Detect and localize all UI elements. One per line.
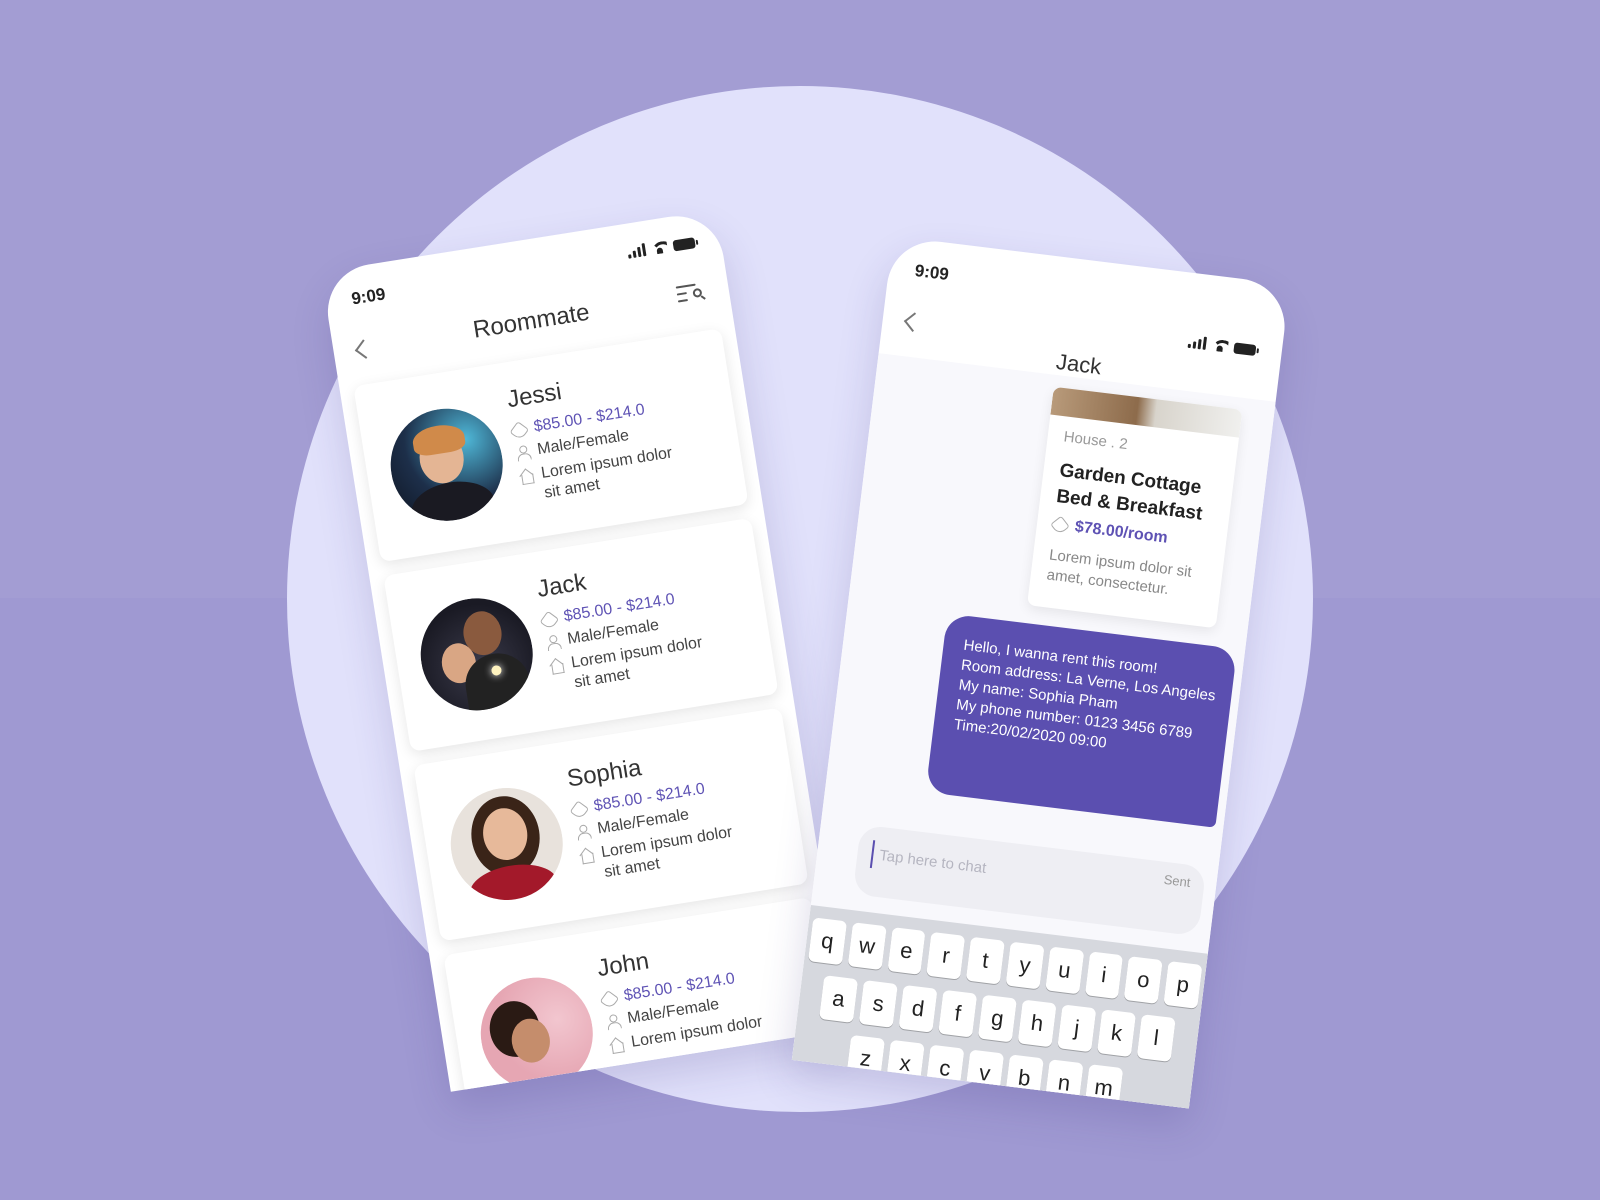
- home-icon: [518, 468, 534, 484]
- key-h[interactable]: h: [1017, 999, 1057, 1048]
- status-icons: [627, 235, 696, 259]
- price-tag-icon: [569, 800, 590, 820]
- listing-description: Lorem ipsum dolor sit amet, consectetur.: [1045, 546, 1193, 599]
- key-l[interactable]: l: [1136, 1014, 1176, 1062]
- key-s[interactable]: s: [858, 980, 898, 1028]
- home-icon: [549, 658, 565, 674]
- card-info: Jack $85.00 - $214.0 Male/Female Lorem i…: [535, 543, 762, 700]
- card-info: Sophia $85.00 - $214.0 Male/Female Lorem…: [565, 733, 792, 890]
- status-time: 9:09: [350, 284, 387, 309]
- key-d[interactable]: d: [898, 984, 938, 1033]
- key-p[interactable]: p: [1163, 961, 1203, 1009]
- chat-input[interactable]: [869, 840, 1092, 895]
- listing-type: House . 2: [1062, 428, 1129, 454]
- price-tag-icon: [509, 421, 530, 441]
- key-w[interactable]: w: [847, 922, 887, 971]
- back-icon[interactable]: [903, 312, 924, 332]
- person-icon: [515, 445, 531, 461]
- price-tag-icon: [539, 610, 560, 631]
- person-icon: [545, 634, 561, 650]
- key-r[interactable]: r: [926, 931, 966, 980]
- home-icon: [579, 848, 595, 864]
- key-o[interactable]: o: [1124, 956, 1163, 1004]
- key-i[interactable]: i: [1084, 951, 1124, 1000]
- key-a[interactable]: a: [819, 975, 859, 1023]
- price-tag-icon: [599, 990, 620, 1010]
- signal-icon: [627, 243, 647, 259]
- key-u[interactable]: u: [1045, 946, 1084, 995]
- key-k[interactable]: k: [1096, 1009, 1137, 1058]
- key-g[interactable]: g: [977, 994, 1017, 1043]
- key-f[interactable]: f: [938, 989, 978, 1038]
- avatar: [382, 400, 511, 529]
- key-q[interactable]: q: [808, 917, 847, 966]
- price-tag-icon: [1050, 515, 1070, 536]
- battery-icon: [672, 237, 696, 252]
- filter-search-icon[interactable]: [675, 281, 706, 307]
- wifi-icon: [651, 241, 669, 255]
- avatar: [412, 590, 541, 719]
- key-t[interactable]: t: [966, 936, 1005, 985]
- person-icon: [575, 824, 591, 840]
- key-e[interactable]: e: [887, 927, 926, 975]
- key-j[interactable]: j: [1057, 1004, 1097, 1053]
- listing-price: $78.00/room: [1073, 518, 1169, 547]
- card-info: Jessi $85.00 - $214.0 Male/Female Lorem …: [505, 354, 732, 511]
- person-icon: [605, 1014, 621, 1030]
- home-icon: [609, 1037, 625, 1053]
- message-bubble: Hello, I wanna rent this room! Room addr…: [925, 613, 1238, 828]
- avatar: [442, 779, 571, 909]
- listing-card[interactable]: House . 2 Garden Cottage Bed & Breakfast…: [1027, 386, 1243, 629]
- sent-button[interactable]: Sent: [1163, 872, 1191, 890]
- key-y[interactable]: y: [1005, 941, 1045, 990]
- status-time: 9:09: [913, 261, 950, 285]
